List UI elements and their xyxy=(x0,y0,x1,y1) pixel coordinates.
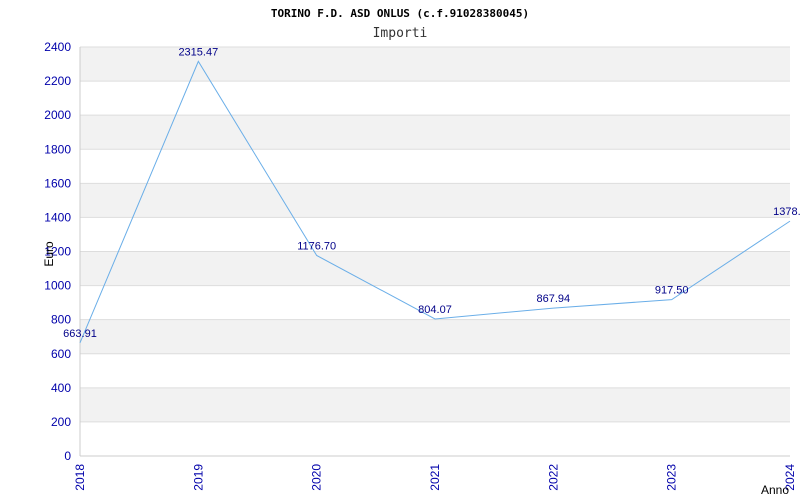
y-tick-label: 1000 xyxy=(44,279,71,293)
y-tick-label: 2000 xyxy=(44,108,71,122)
x-tick-label: 2021 xyxy=(428,464,442,491)
background-band xyxy=(80,183,790,218)
y-tick-label: 1600 xyxy=(44,176,71,190)
y-tick-label: 600 xyxy=(51,347,71,361)
y-tick-label: 400 xyxy=(51,381,71,395)
x-tick-label: 2020 xyxy=(310,464,324,491)
chart-subtitle: Importi xyxy=(373,26,428,41)
data-label: 804.07 xyxy=(418,304,452,316)
background-band xyxy=(80,387,790,422)
y-axis-label: Euro xyxy=(42,241,56,267)
background-band xyxy=(80,251,790,286)
data-label: 917.50 xyxy=(655,285,689,297)
x-tick-labels: 2018 2019 2020 2021 2022 2023 2024 xyxy=(73,464,797,491)
y-tick-label: 200 xyxy=(51,415,71,429)
y-tick-label: 1800 xyxy=(44,142,71,156)
data-label: 867.94 xyxy=(537,293,571,305)
x-tick-label: 2019 xyxy=(191,464,205,491)
background-band xyxy=(80,421,790,456)
x-axis-label: Anno xyxy=(761,483,789,497)
background-band xyxy=(80,115,790,150)
y-tick-label: 1400 xyxy=(44,210,71,224)
background-band xyxy=(80,149,790,184)
x-tick-label: 2018 xyxy=(73,464,87,491)
x-tick-label: 2023 xyxy=(665,464,679,491)
background-band xyxy=(80,217,790,252)
y-tick-label: 0 xyxy=(64,449,71,463)
data-label: 1176.70 xyxy=(297,240,336,252)
chart-title: TORINO F.D. ASD ONLUS (c.f.91028380045) xyxy=(271,7,529,20)
background-band xyxy=(80,319,790,354)
y-tick-label: 2400 xyxy=(44,40,71,54)
line-chart: 0200400600800100012001400160018002000220… xyxy=(42,7,800,497)
data-label: 1378.3 xyxy=(773,206,800,218)
x-tick-label: 2022 xyxy=(546,464,560,491)
y-tick-label: 800 xyxy=(51,313,71,327)
data-label: 663.91 xyxy=(63,328,97,340)
background-band xyxy=(80,81,790,116)
data-label: 2315.47 xyxy=(178,46,218,58)
y-tick-label: 2200 xyxy=(44,74,71,88)
background-band xyxy=(80,353,790,388)
